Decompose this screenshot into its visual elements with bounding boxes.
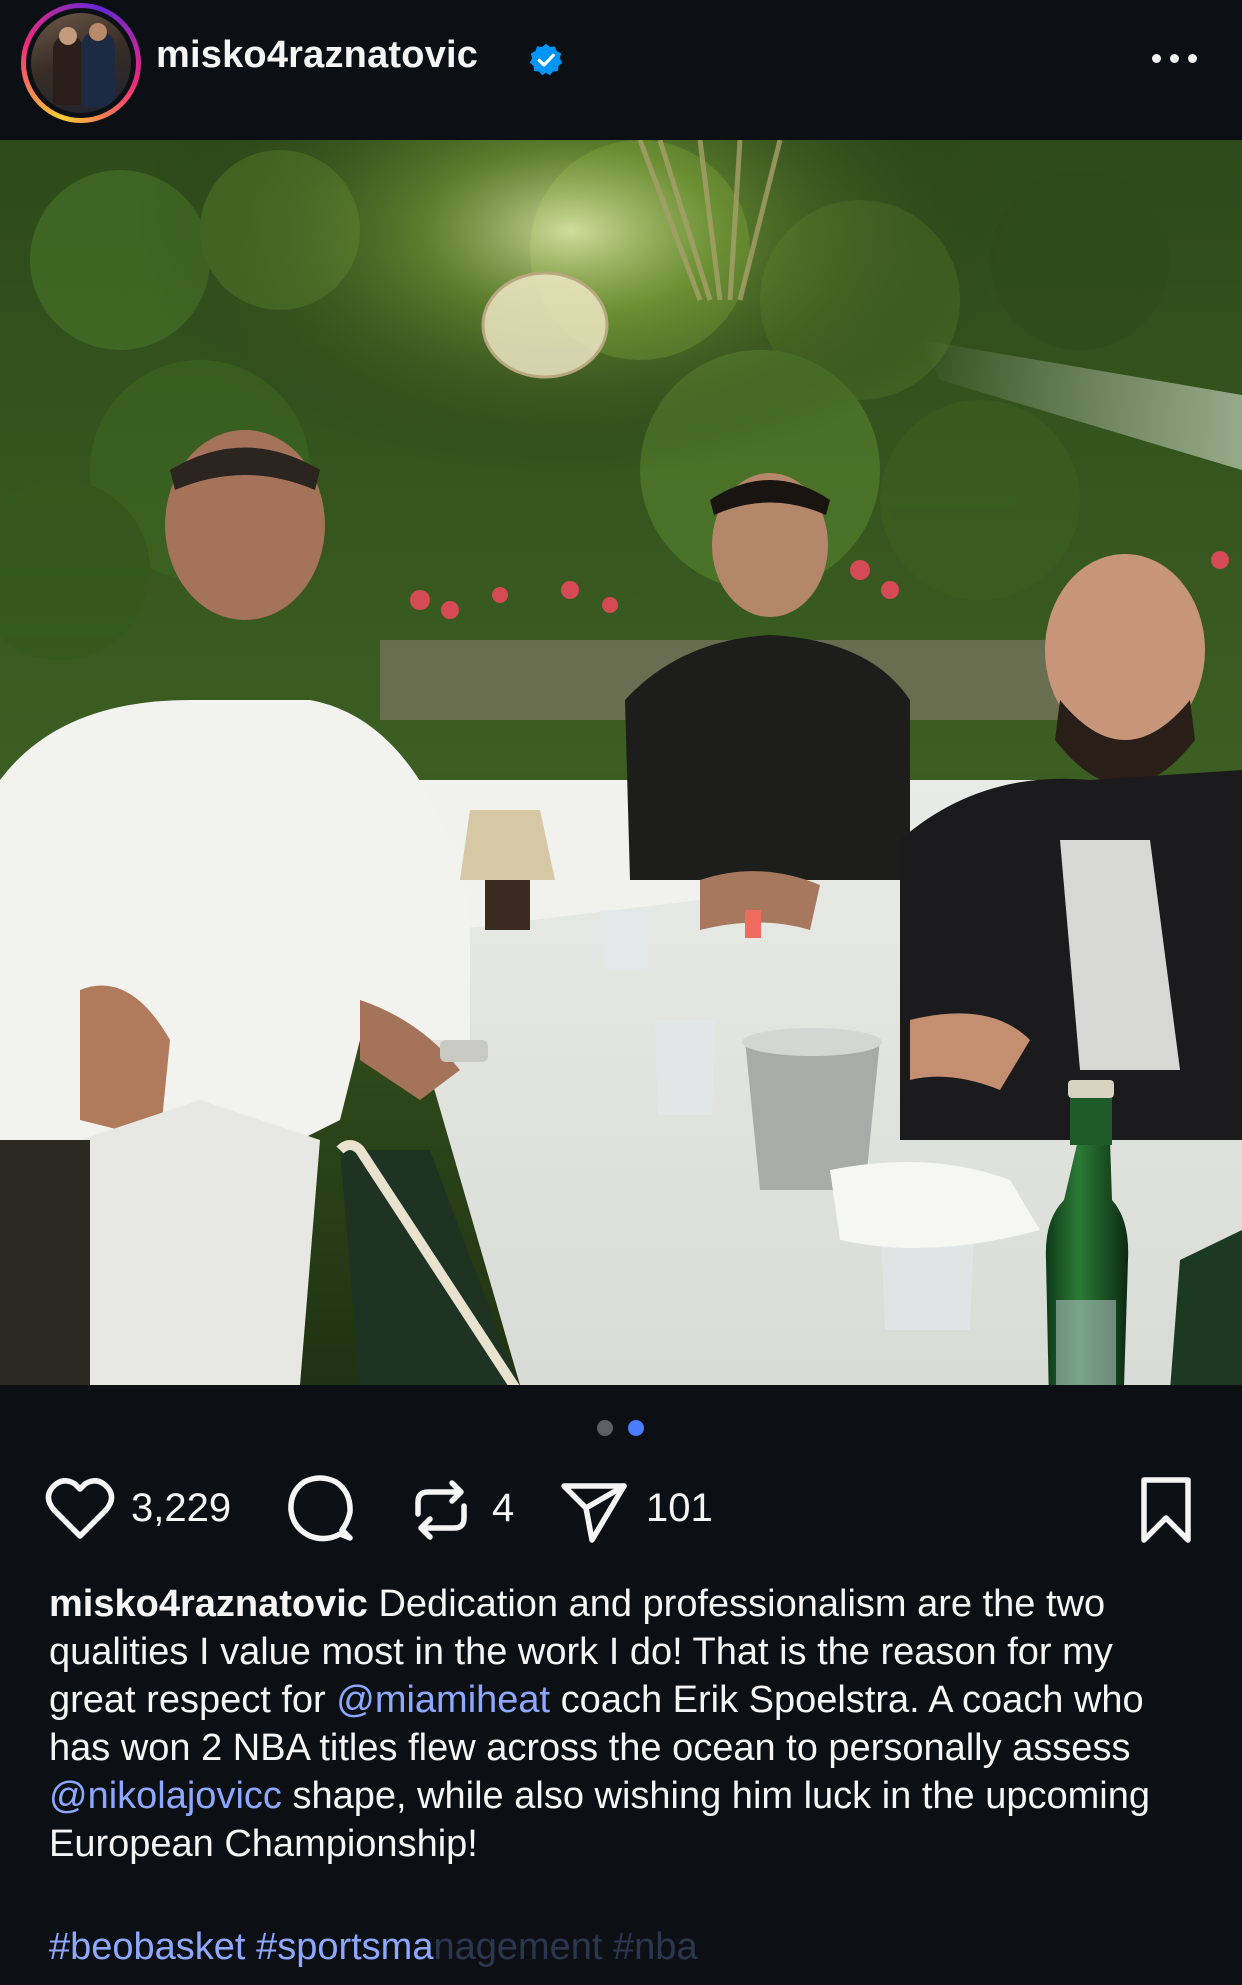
avatar-frame — [26, 8, 136, 118]
more-dot — [1170, 54, 1179, 63]
hashtag-faded-text: nagement #nba — [433, 1926, 698, 1968]
action-bar: 3,229 4 101 — [0, 1470, 1242, 1550]
heart-icon[interactable] — [42, 1470, 118, 1550]
reposts-count[interactable]: 4 — [492, 1486, 514, 1531]
caption-username[interactable]: misko4raznatovic — [49, 1583, 368, 1625]
avatar-figure-right — [81, 31, 115, 107]
verified-badge-icon — [529, 43, 563, 76]
more-dot — [1152, 54, 1161, 63]
avatar-image — [31, 13, 131, 113]
more-options-button[interactable] — [1148, 36, 1208, 80]
more-dot — [1188, 54, 1197, 63]
mention-link[interactable]: @nikolajovicc — [49, 1775, 282, 1817]
hashtag-link[interactable]: #beobasket — [49, 1926, 246, 1968]
post-photo[interactable] — [0, 140, 1242, 1385]
post-header: misko4raznatovic — [0, 0, 1242, 140]
avatar[interactable] — [21, 3, 141, 123]
post-caption: misko4raznatovic Dedication and professi… — [49, 1580, 1199, 1868]
avatar-figure-left — [53, 35, 83, 105]
carousel-dot-active — [628, 1420, 644, 1436]
dinner-table-photo — [0, 140, 1242, 1385]
mention-link[interactable]: @miamiheat — [336, 1679, 550, 1721]
hashtags-line: #beobasket #sportsmanagement #nba — [49, 1923, 698, 1971]
avatar-head-right — [89, 23, 107, 41]
carousel-dot-inactive — [597, 1420, 613, 1436]
bookmark-icon[interactable] — [1136, 1470, 1196, 1550]
send-icon[interactable] — [558, 1470, 630, 1550]
instagram-post-screen: misko4raznatovic 3,229 4 101 misko4razna… — [0, 0, 1242, 1985]
likes-count[interactable]: 3,229 — [131, 1486, 231, 1531]
repost-icon[interactable] — [410, 1470, 472, 1550]
header-username[interactable]: misko4raznatovic — [156, 34, 478, 77]
carousel-indicator — [0, 1420, 1242, 1436]
comment-icon[interactable] — [286, 1470, 356, 1550]
hashtag-link[interactable]: #sportsma — [256, 1926, 433, 1968]
avatar-head-left — [59, 27, 77, 45]
shares-count[interactable]: 101 — [646, 1486, 713, 1531]
